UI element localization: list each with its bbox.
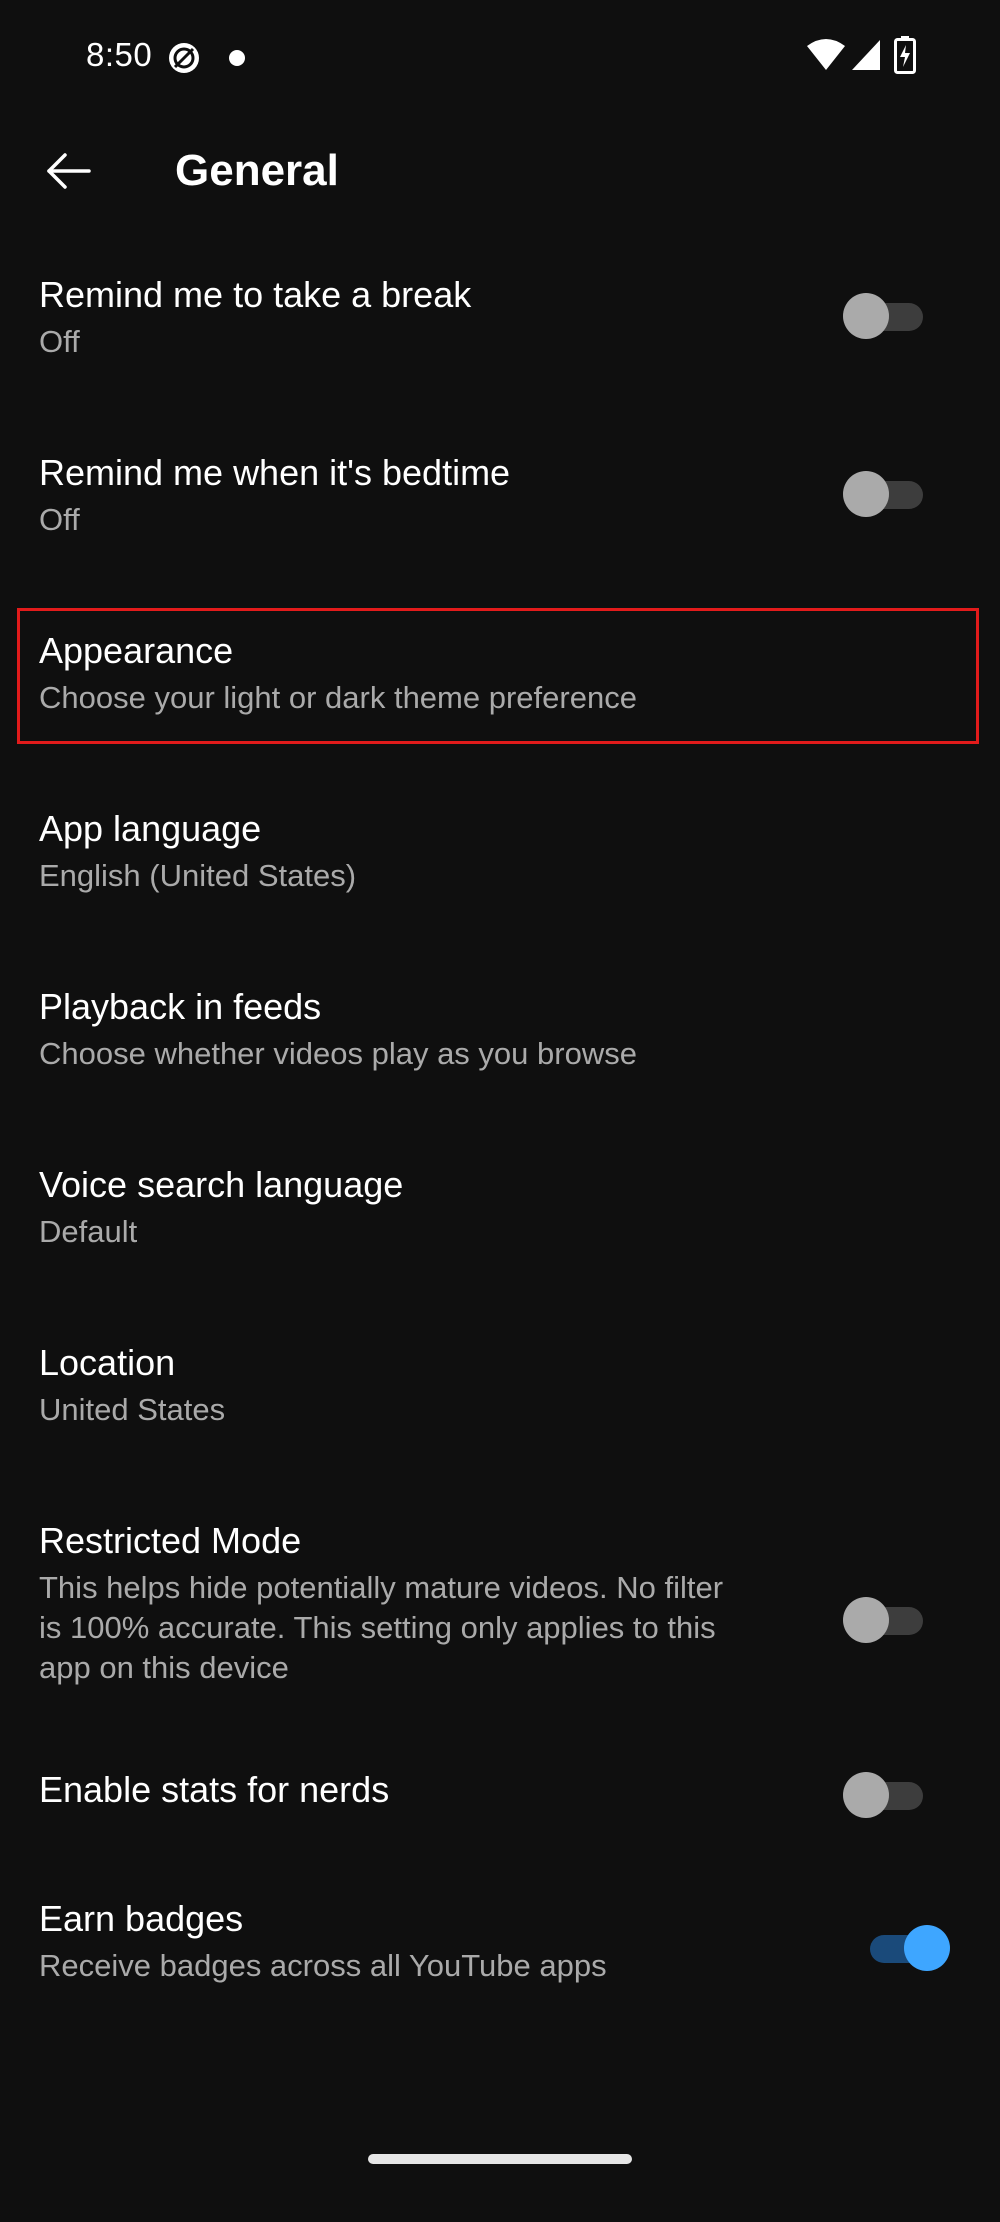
app-bar: General <box>0 120 1000 220</box>
toggle-thumb <box>843 1597 889 1643</box>
setting-title: Restricted Mode <box>39 1520 302 1561</box>
cell-signal-icon <box>850 38 882 77</box>
notification-dot-icon <box>228 49 246 72</box>
setting-subtitle: Default <box>39 1214 138 1249</box>
toggle-thumb <box>843 1772 889 1818</box>
setting-bedtime[interactable]: Remind me when it's bedtime Off <box>0 438 1000 588</box>
bedtime-toggle[interactable] <box>843 469 933 519</box>
page-title: General <box>175 146 339 195</box>
stats-for-nerds-toggle[interactable] <box>843 1770 933 1820</box>
setting-subtitle: English (United States) <box>39 858 357 893</box>
setting-title: Playback in feeds <box>39 986 322 1027</box>
setting-title: Remind me when it's bedtime <box>39 452 511 493</box>
setting-playback-in-feeds[interactable]: Playback in feeds Choose whether videos … <box>0 972 1000 1122</box>
toggle-thumb <box>843 293 889 339</box>
vpn-icon <box>166 40 202 81</box>
home-indicator[interactable] <box>368 2154 632 2164</box>
setting-subtitle: Off <box>39 502 80 537</box>
setting-app-language[interactable]: App language English (United States) <box>0 794 1000 944</box>
setting-subtitle: Choose whether videos play as you browse <box>39 1036 637 1071</box>
toggle-thumb <box>904 1925 950 1971</box>
status-bar: 8:50 <box>0 0 1000 110</box>
highlight-box <box>17 608 979 744</box>
setting-title: Voice search language <box>39 1164 404 1205</box>
battery-charging-icon <box>894 36 916 79</box>
restricted-mode-toggle[interactable] <box>843 1595 933 1645</box>
setting-voice-search-language[interactable]: Voice search language Default <box>0 1150 1000 1300</box>
take-a-break-toggle[interactable] <box>843 291 933 341</box>
wifi-icon <box>806 38 846 77</box>
arrow-left-icon <box>45 151 91 196</box>
setting-subtitle-line: This helps hide potentially mature video… <box>39 1570 724 1605</box>
setting-subtitle: Off <box>39 324 80 359</box>
setting-subtitle: United States <box>39 1392 226 1427</box>
setting-stats-for-nerds[interactable]: Enable stats for nerds <box>0 1755 1000 1855</box>
setting-title: Enable stats for nerds <box>39 1769 390 1810</box>
setting-title: Location <box>39 1342 176 1383</box>
setting-subtitle-line: is 100% accurate. This setting only appl… <box>39 1610 716 1645</box>
status-time: 8:50 <box>86 36 153 73</box>
setting-title: App language <box>39 808 262 849</box>
setting-subtitle: Receive badges across all YouTube apps <box>39 1948 607 1983</box>
toggle-thumb <box>843 471 889 517</box>
setting-earn-badges[interactable]: Earn badges Receive badges across all Yo… <box>0 1884 1000 2034</box>
setting-location[interactable]: Location United States <box>0 1328 1000 1478</box>
earn-badges-toggle[interactable] <box>860 1923 950 1973</box>
setting-title: Earn badges <box>39 1898 244 1939</box>
setting-title: Remind me to take a break <box>39 274 472 315</box>
setting-take-a-break[interactable]: Remind me to take a break Off <box>0 260 1000 410</box>
back-button[interactable] <box>28 138 108 208</box>
setting-restricted-mode[interactable]: Restricted Mode This helps hide potentia… <box>0 1506 1000 1706</box>
setting-subtitle-line: app on this device <box>39 1650 289 1685</box>
